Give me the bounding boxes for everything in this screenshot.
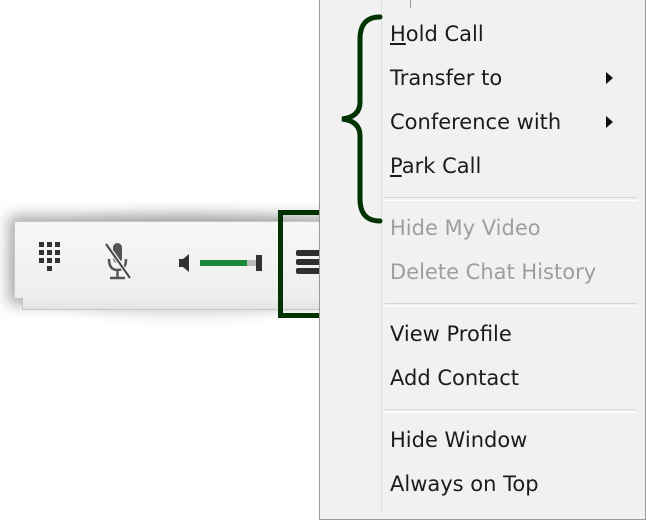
microphone-muted-icon (104, 242, 132, 280)
menu-item-hide-my-video[interactable]: Hide My Video (390, 213, 628, 243)
menu-item-always-on-top[interactable]: Always on Top (390, 469, 628, 499)
menu-item-label: Transfer to (390, 66, 503, 90)
menu-item-add-contact[interactable]: Add Contact (390, 363, 628, 393)
dialpad-button[interactable] (35, 240, 71, 280)
volume-level-fill (200, 260, 247, 266)
brace-annotation (341, 14, 383, 224)
menu-item-label: Hide Window (390, 428, 528, 452)
menu-item-label: Hide My Video (390, 216, 541, 240)
menu-separator (385, 197, 637, 201)
menu-item-view-profile[interactable]: View Profile (390, 319, 628, 349)
menu-item-conference-with[interactable]: Conference with (390, 107, 628, 137)
menu-item-park-call[interactable]: Park Call (390, 151, 628, 181)
submenu-arrow-icon (606, 72, 613, 84)
volume-slider[interactable] (198, 246, 268, 280)
menu-item-label: Conference with (390, 110, 562, 134)
menu-item-hold-call[interactable]: Hold Call (390, 19, 628, 49)
menu-item-label: Park Call (390, 154, 482, 178)
dialpad-icon (39, 242, 60, 271)
menu-item-label: Always on Top (390, 472, 539, 496)
menu-item-transfer-to[interactable]: Transfer to (390, 63, 628, 93)
menu-separator (385, 409, 637, 413)
menu-item-delete-chat-history[interactable]: Delete Chat History (390, 257, 628, 287)
menu-item-hide-window[interactable]: Hide Window (390, 425, 628, 455)
volume-slider-thumb[interactable] (256, 255, 262, 271)
menu-top-edge (410, 0, 411, 8)
submenu-arrow-icon (606, 116, 613, 128)
menu-item-label: Hold Call (390, 22, 484, 46)
speaker-icon (179, 254, 189, 272)
volume-control[interactable] (170, 246, 266, 280)
mute-microphone-button[interactable] (100, 240, 136, 284)
menu-item-label: Add Contact (390, 366, 520, 390)
menu-item-label: View Profile (390, 322, 512, 346)
menu-separator (385, 303, 637, 307)
menu-item-label: Delete Chat History (390, 260, 597, 284)
